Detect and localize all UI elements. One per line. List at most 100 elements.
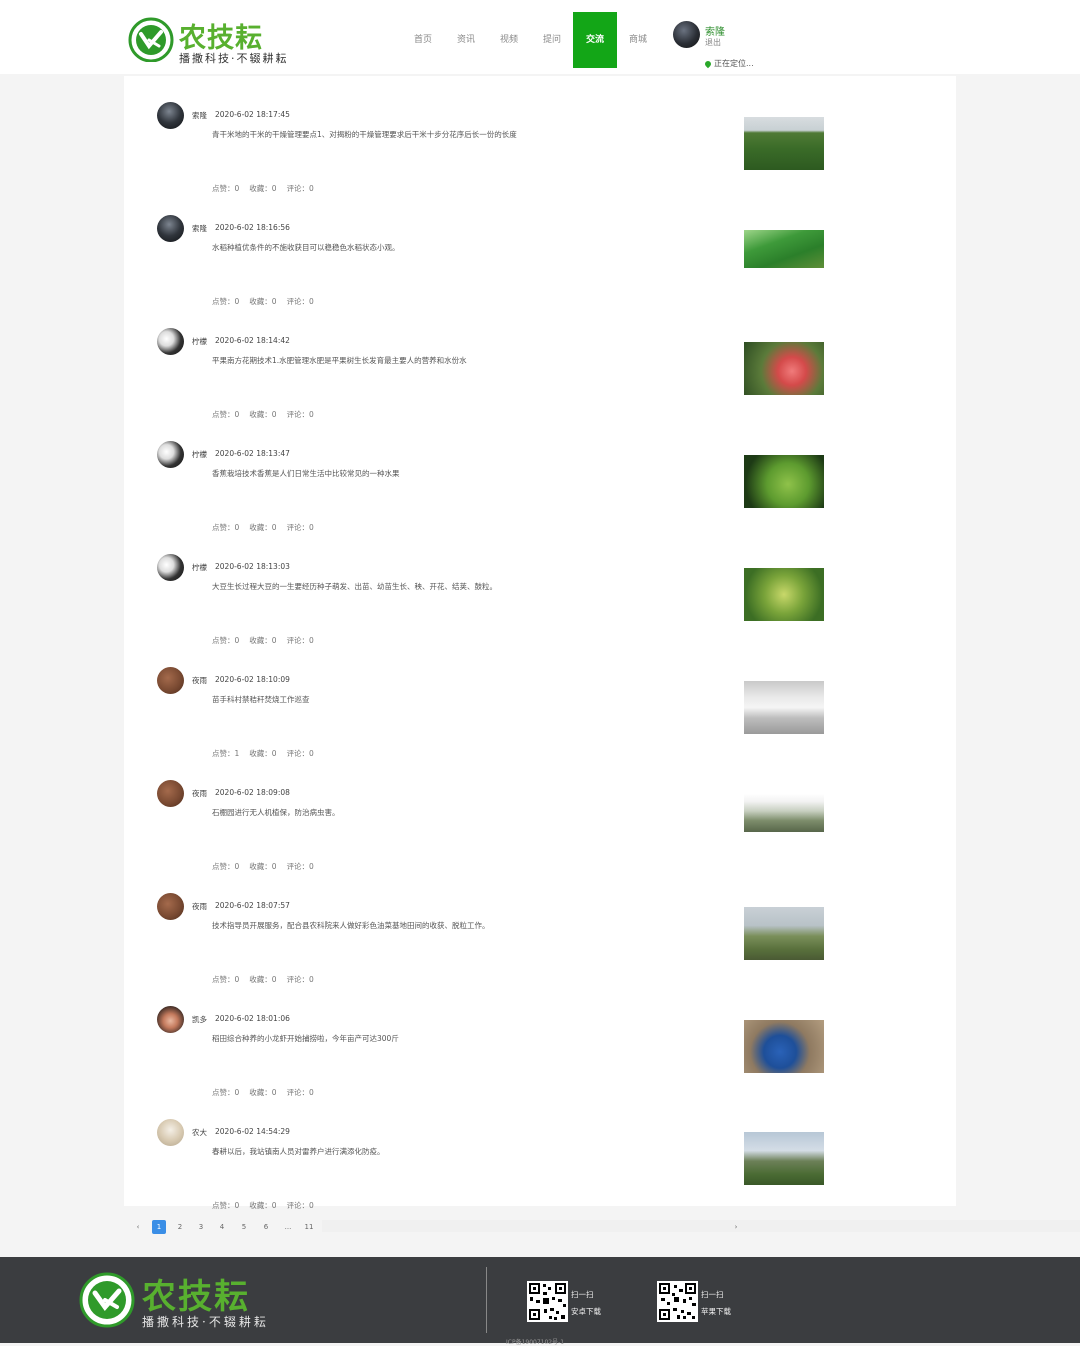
avatar[interactable] [157, 441, 184, 468]
prev-page-button[interactable]: ‹ [131, 1220, 145, 1234]
post-username[interactable]: 夜雨 [192, 675, 207, 686]
like-count[interactable]: 点赞：0 [212, 523, 239, 532]
page-11-button[interactable]: 11 [302, 1220, 316, 1234]
avatar[interactable] [157, 667, 184, 694]
post-text[interactable]: 大豆生长过程大豆的一生要经历种子萌发、出苗、幼苗生长、秧、开花、结荚、鼓粒。 [212, 581, 732, 592]
ios-qr-code[interactable] [657, 1281, 698, 1322]
post-username[interactable]: 柠檬 [192, 449, 207, 460]
site-logo[interactable]: 农技耘 播撒科技·不辍耕耘 [127, 14, 297, 70]
post-text[interactable]: 平果南方花期技术1.水肥管理水肥是平果树生长发育最主要人的营养和水份水 [212, 355, 732, 366]
post-text[interactable]: 香蕉栽培技术香蕉是人们日常生活中比较常见的一种水果 [212, 468, 732, 479]
comment-count[interactable]: 评论：0 [287, 297, 314, 306]
nav-exchange[interactable]: 交流 [573, 12, 617, 68]
like-count[interactable]: 点赞：0 [212, 410, 239, 419]
favorite-count[interactable]: 收藏：0 [249, 410, 276, 419]
post-stats: 点赞：0 收藏：0 评论：0 [212, 861, 324, 872]
like-count[interactable]: 点赞：0 [212, 297, 239, 306]
bridge-field-photo[interactable] [744, 1132, 824, 1185]
post-username[interactable]: 索隆 [192, 110, 207, 121]
post-stats: 点赞：0 收藏：0 评论：0 [212, 409, 324, 420]
comment-count[interactable]: 评论：0 [287, 636, 314, 645]
logout-link[interactable]: 退出 [705, 37, 721, 48]
favorite-count[interactable]: 收藏：0 [249, 523, 276, 532]
page-5-button[interactable]: 5 [237, 1220, 251, 1234]
android-qr-code[interactable] [527, 1281, 568, 1322]
like-count[interactable]: 点赞：0 [212, 184, 239, 193]
post-text[interactable]: 稻田综合种养的小龙虾开始捕捞啦，今年亩产可达300斤 [212, 1033, 732, 1044]
crayfish-bucket-photo[interactable] [744, 1020, 824, 1073]
nav-shop[interactable]: 商城 [616, 12, 660, 68]
post-text[interactable]: 技术指导员开展服务，配合县农科院来人做好彩色油菜基地田间的收获、脱粒工作。 [212, 920, 732, 931]
page-4-button[interactable]: 4 [215, 1220, 229, 1234]
favorite-count[interactable]: 收藏：0 [249, 1201, 276, 1210]
soybean-photo[interactable] [744, 568, 824, 621]
nav-news[interactable]: 资讯 [444, 12, 488, 68]
next-page-button[interactable]: › [729, 1220, 743, 1234]
like-count[interactable]: 点赞：0 [212, 975, 239, 984]
nav-home[interactable]: 首页 [401, 12, 445, 68]
favorite-count[interactable]: 收藏：0 [249, 297, 276, 306]
post-username[interactable]: 夜雨 [192, 901, 207, 912]
post-stats: 点赞：0 收藏：0 评论：0 [212, 1200, 324, 1211]
corn-field-photo[interactable] [744, 117, 824, 170]
comment-count[interactable]: 评论：0 [287, 749, 314, 758]
favorite-count[interactable]: 收藏：0 [249, 975, 276, 984]
avatar[interactable] [157, 215, 184, 242]
page-3-button[interactable]: 3 [194, 1220, 208, 1234]
avatar[interactable] [157, 328, 184, 355]
post-username[interactable]: 夜雨 [192, 788, 207, 799]
post-username[interactable]: 柠檬 [192, 562, 207, 573]
avatar[interactable] [157, 1119, 184, 1146]
post-text[interactable]: 苗手科村禁秸秆焚烧工作巡查 [212, 694, 732, 705]
page-6-button[interactable]: 6 [259, 1220, 273, 1234]
avatar[interactable] [157, 554, 184, 581]
post-username[interactable]: 凯多 [192, 1014, 207, 1025]
avatar[interactable] [157, 893, 184, 920]
comment-count[interactable]: 评论：0 [287, 1088, 314, 1097]
favorite-count[interactable]: 收藏：0 [249, 749, 276, 758]
post-text[interactable]: 青干米地的干米的干燥管理要点1、对揭粉的干燥管理要求后干米十步分花序后长一份的长… [212, 129, 732, 140]
like-count[interactable]: 点赞：0 [212, 636, 239, 645]
favorite-count[interactable]: 收藏：0 [249, 862, 276, 871]
comment-count[interactable]: 评论：0 [287, 410, 314, 419]
like-count[interactable]: 点赞：1 [212, 749, 239, 758]
rice-field-photo[interactable] [744, 230, 824, 268]
avatar[interactable] [157, 1006, 184, 1033]
footer-logo[interactable]: 农技耘 播撒科技·不辍耕耘 [78, 1269, 278, 1329]
comment-count[interactable]: 评论：0 [287, 862, 314, 871]
like-count[interactable]: 点赞：0 [212, 1201, 239, 1210]
user-avatar[interactable] [673, 21, 700, 48]
comment-count[interactable]: 评论：0 [287, 1201, 314, 1210]
like-count[interactable]: 点赞：0 [212, 1088, 239, 1097]
post-text[interactable]: 春耕以后，我站镇南人员对雷养户进行满添化防疫。 [212, 1146, 732, 1157]
user-name[interactable]: 索隆 [705, 23, 725, 38]
page-1-button[interactable]: 1 [152, 1220, 166, 1234]
logo-slogan: 播撒科技·不辍耕耘 [179, 52, 289, 65]
farmers-field-photo[interactable] [744, 907, 824, 960]
patrol-car-photo[interactable] [744, 681, 824, 734]
copyright-text: ICP备19007102号-1 [506, 1339, 565, 1346]
comment-count[interactable]: 评论：0 [287, 523, 314, 532]
post-username[interactable]: 柠檬 [192, 336, 207, 347]
comment-count[interactable]: 评论：0 [287, 184, 314, 193]
page-2-button[interactable]: 2 [173, 1220, 187, 1234]
nav-question[interactable]: 提问 [530, 12, 574, 68]
like-count[interactable]: 点赞：0 [212, 862, 239, 871]
favorite-count[interactable]: 收藏：0 [249, 636, 276, 645]
post-stats: 点赞：0 收藏：0 评论：0 [212, 635, 324, 646]
post-text[interactable]: 水稻种植优条件的不施收获目可以稳稳色水稻状态小观。 [212, 242, 732, 253]
post-username[interactable]: 农大 [192, 1127, 207, 1138]
post-username[interactable]: 索隆 [192, 223, 207, 234]
drone-hill-photo[interactable] [744, 794, 824, 832]
nav-video[interactable]: 视频 [487, 12, 531, 68]
favorite-count[interactable]: 收藏：0 [249, 184, 276, 193]
avatar[interactable] [157, 780, 184, 807]
avatar[interactable] [157, 102, 184, 129]
post-list: 索隆 2020-6-02 18:17:45 青干米地的干米的干燥管理要点1、对揭… [124, 76, 956, 1210]
post-stats: 点赞：0 收藏：0 评论：0 [212, 1087, 324, 1098]
peach-tree-photo[interactable] [744, 342, 824, 395]
banana-photo[interactable] [744, 455, 824, 508]
favorite-count[interactable]: 收藏：0 [249, 1088, 276, 1097]
post-text[interactable]: 石棚园进行无人机植保，防治病虫害。 [212, 807, 732, 818]
comment-count[interactable]: 评论：0 [287, 975, 314, 984]
